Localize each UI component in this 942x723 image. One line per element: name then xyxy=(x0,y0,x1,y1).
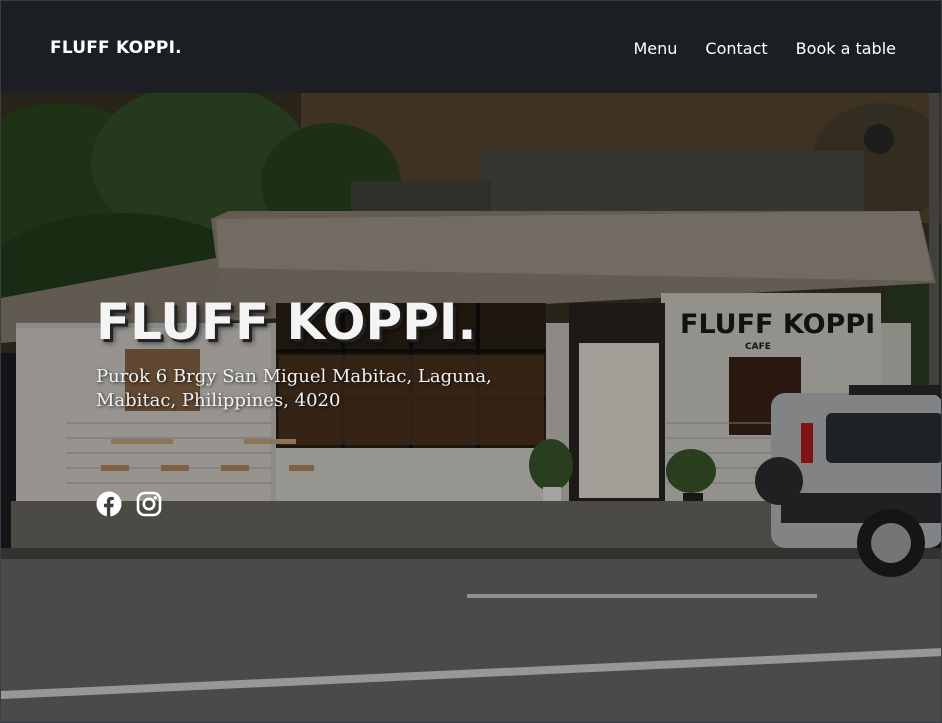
address-line-1: Purok 6 Brgy San Miguel Mabitac, Laguna, xyxy=(96,366,492,387)
hero-text: FLUFF KOPPI. Purok 6 Brgy San Miguel Mab… xyxy=(96,293,492,413)
nav-link-contact[interactable]: Contact xyxy=(705,39,767,58)
nav-links: Menu Contact Book a table xyxy=(633,39,896,58)
nav-link-book-a-table[interactable]: Book a table xyxy=(796,39,896,58)
address-line-2: Mabitac, Philippines, 4020 xyxy=(96,390,341,411)
page-frame: FLUFF KOPPI. Menu Contact Book a table F… xyxy=(0,0,942,723)
brand-logo[interactable]: FLUFF KOPPI. xyxy=(50,38,182,58)
facebook-icon[interactable] xyxy=(96,491,122,517)
hero-title: FLUFF KOPPI. xyxy=(96,293,477,351)
hero-section: FLUFF KOPPI CAFE FLUFF KOPPI. Purok 6 Br… xyxy=(1,93,941,722)
instagram-icon[interactable] xyxy=(136,491,162,517)
navbar: FLUFF KOPPI. Menu Contact Book a table xyxy=(1,1,941,93)
nav-link-menu[interactable]: Menu xyxy=(633,39,677,58)
social-links xyxy=(96,491,162,517)
hero-address: Purok 6 Brgy San Miguel Mabitac, Laguna,… xyxy=(96,365,492,413)
